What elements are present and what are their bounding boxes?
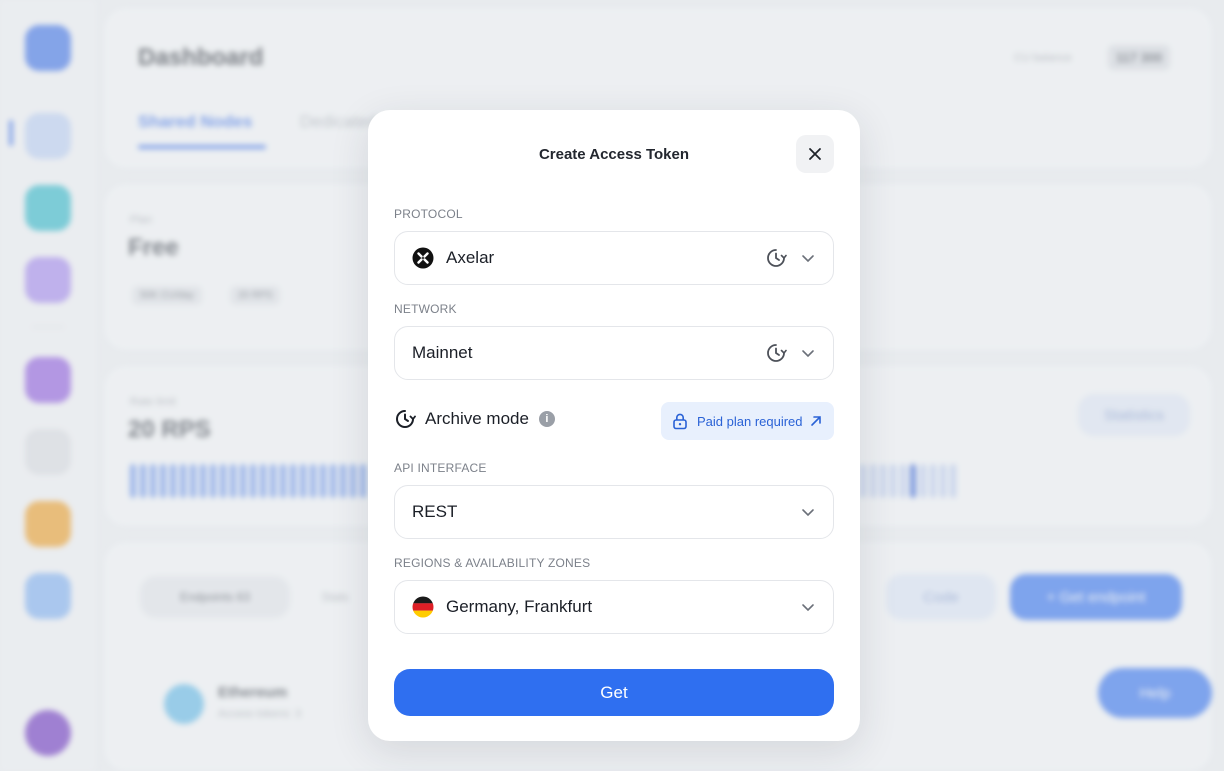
network-label: NETWORK xyxy=(394,302,457,316)
create-access-token-modal: Create Access Token PROTOCOL Axelar NETW… xyxy=(368,110,860,741)
protocol-value: Axelar xyxy=(446,248,495,267)
germany-flag-icon xyxy=(412,596,434,618)
archive-clock-icon xyxy=(767,249,787,267)
close-button[interactable] xyxy=(796,135,834,173)
protocol-select[interactable]: Axelar xyxy=(394,231,834,285)
api-interface-label: API INTERFACE xyxy=(394,461,487,475)
api-interface-select[interactable]: REST xyxy=(394,485,834,539)
modal-title: Create Access Token xyxy=(538,146,690,163)
close-icon xyxy=(809,148,821,160)
paid-plan-required-button[interactable]: Paid plan required xyxy=(661,402,834,440)
axelar-logo-icon xyxy=(412,247,434,269)
protocol-label: PROTOCOL xyxy=(394,207,463,221)
network-select[interactable]: Mainnet xyxy=(394,326,834,380)
archive-clock-icon xyxy=(396,410,416,428)
regions-label: REGIONS & AVAILABILITY ZONES xyxy=(394,556,591,570)
archive-clock-icon xyxy=(767,344,787,362)
regions-select[interactable]: Germany, Frankfurt xyxy=(394,580,834,634)
paid-plan-label: Paid plan required xyxy=(697,413,803,429)
get-button[interactable]: Get xyxy=(394,669,834,716)
regions-value: Germany, Frankfurt xyxy=(446,597,593,616)
archive-mode-label: Archive mode xyxy=(425,409,529,428)
network-value: Mainnet xyxy=(412,343,473,362)
api-interface-value: REST xyxy=(412,502,458,521)
info-icon[interactable]: i xyxy=(538,411,555,427)
chevron-down-icon xyxy=(802,350,814,358)
chevron-down-icon xyxy=(802,509,814,517)
archive-mode-row: Archive mode i xyxy=(394,408,555,430)
chevron-down-icon xyxy=(802,255,814,263)
chevron-down-icon xyxy=(802,604,814,612)
lock-icon xyxy=(673,413,687,430)
external-arrow-icon xyxy=(810,416,821,426)
